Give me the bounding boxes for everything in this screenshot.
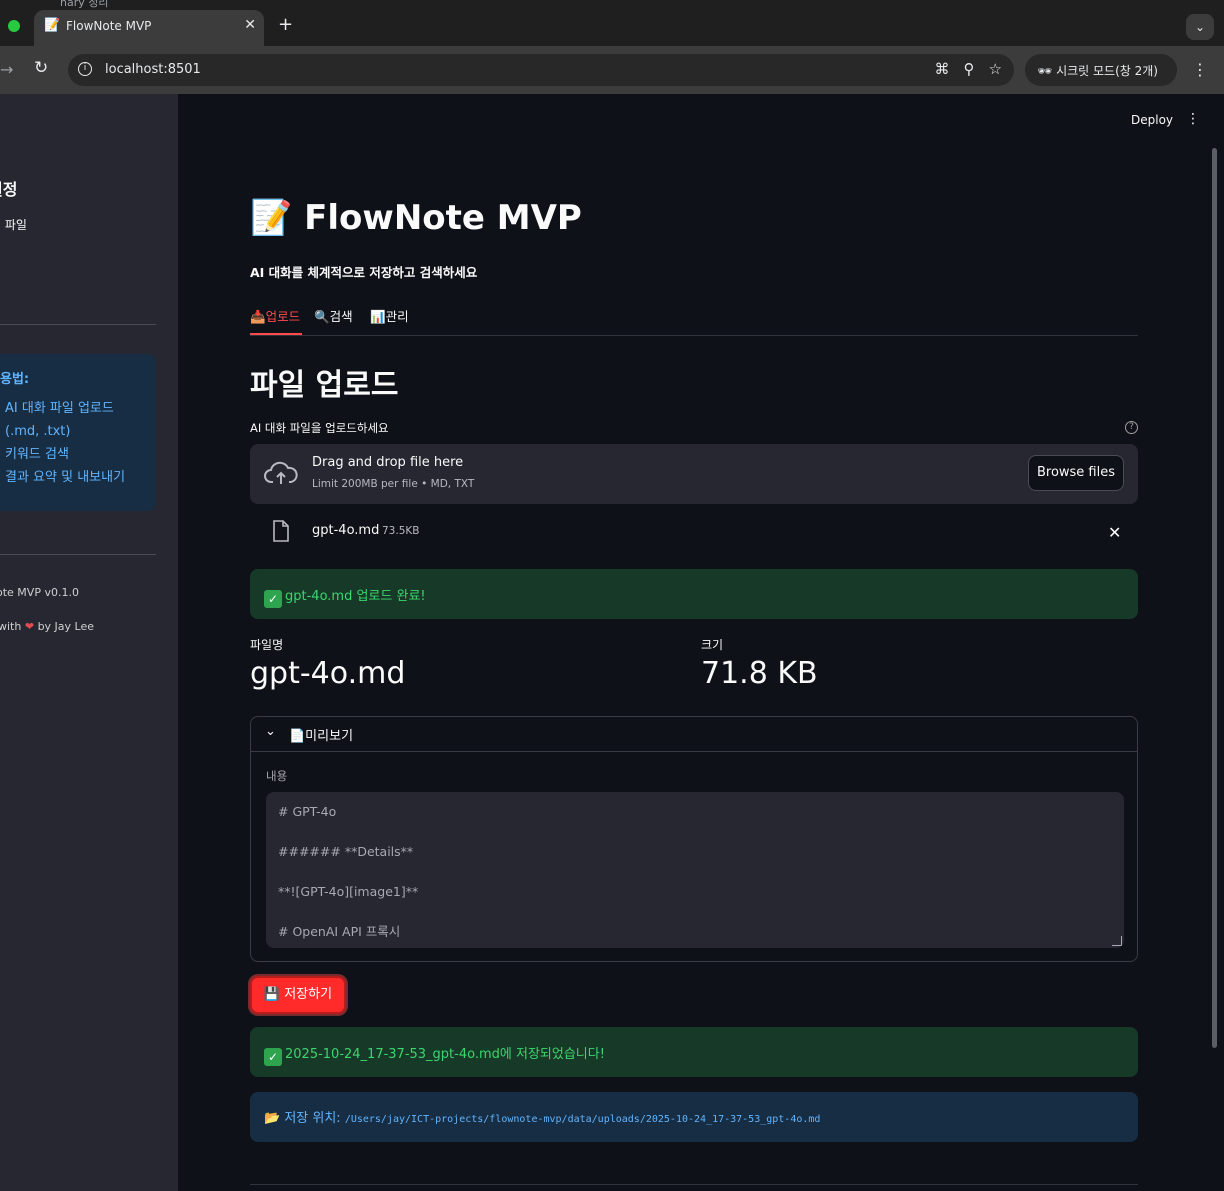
zoom-icon[interactable]: ⚲ [964,60,975,78]
uploaded-file-row: gpt-4o.md 73.5KB ✕ [250,514,1138,550]
uploaded-file-name: gpt-4o.md [312,523,380,538]
version-text: ote MVP v0.1.0 [0,586,79,599]
browser-tab-bar: nary 정리 📝 FlowNote MVP ✕ + ⌄ [0,0,1224,46]
page-subtitle: AI 대화를 체계적으로 저장하고 검색하세요 [250,265,478,280]
cloud-upload-icon [264,461,298,484]
site-info-icon[interactable]: i [78,62,92,76]
preview-title: 📄미리보기 [289,729,354,744]
tab-favicon-icon: 📝 [44,18,61,33]
remove-file-icon[interactable]: ✕ [1108,523,1121,542]
check-icon: ✓ [264,590,282,608]
browser-toolbar: → ↻ i localhost:8501 ⌘ ⚲ ☆ 🕶 시크릿 모드(창 2개… [0,46,1224,94]
divider [250,1184,1138,1185]
save-path: /Users/jay/ICT-projects/flownote-mvp/dat… [344,1114,821,1125]
usage-item: 키워드 검색 [5,447,69,462]
metric-size-label: 크기 [701,638,724,652]
bookmark-star-icon[interactable]: ☆ [989,60,1002,78]
upload-success-alert: ✓ gpt-4o.md 업로드 완료! [250,569,1138,619]
usage-heading: 용법: [0,372,30,387]
tab-list: 📥업로드 🔍검색 📊관리 [250,304,1138,336]
check-icon: ✓ [264,1048,282,1066]
upload-success-text: gpt-4o.md 업로드 완료! [285,589,426,604]
save-location-alert: 📂 저장 위치: /Users/jay/ICT-projects/flownot… [250,1092,1138,1142]
chevron-down-icon: ⌄ [265,724,276,739]
reload-icon[interactable]: ↻ [34,58,48,78]
new-tab-icon[interactable]: + [278,14,293,35]
incognito-label: 시크릿 모드(창 2개) [1056,64,1158,78]
window-zoom-button[interactable] [8,20,20,32]
metric-filename-value: gpt-4o.md [250,656,406,691]
incognito-indicator[interactable]: 🕶 시크릿 모드(창 2개) [1025,54,1177,86]
uploader-label: AI 대화 파일을 업로드하세요 [250,421,389,435]
scrollbar[interactable] [1212,148,1217,1048]
section-title: 파일 업로드 [250,368,399,403]
metric-filename-label: 파일명 [250,638,284,652]
content-textarea[interactable]: # GPT-4o ###### **Details** **![GPT-4o][… [266,792,1124,948]
browser-menu-icon[interactable]: ⋮ [1192,60,1208,79]
sidebar-divider [0,324,156,325]
file-icon [273,520,289,542]
content-line: ###### **Details** [278,844,414,859]
main-area: Deploy ⋮ 📝 FlowNote MVP AI 대화를 체계적으로 저장하… [178,94,1224,1191]
metric-size-value: 71.8 KB [701,656,818,691]
sidebar-divider [0,554,156,555]
translate-icon[interactable]: ⌘ [935,60,950,78]
browser-tab[interactable]: 📝 FlowNote MVP ✕ [34,10,264,46]
resize-handle-icon[interactable] [1112,936,1122,946]
address-bar[interactable]: i localhost:8501 ⌘ ⚲ ☆ [68,54,1014,86]
tab-close-icon[interactable]: ✕ [244,17,256,33]
file-dropzone[interactable]: Drag and drop file here Limit 200MB per … [250,444,1138,504]
tab-search-chevron-icon[interactable]: ⌄ [1186,14,1214,40]
save-button[interactable]: 💾 저장하기 [250,976,346,1014]
uploaded-file-size: 73.5KB [382,525,420,537]
app-menu-icon[interactable]: ⋮ [1186,111,1200,127]
tab-manage[interactable]: 📊관리 [370,306,409,325]
browse-files-button[interactable]: Browse files [1028,455,1124,491]
sidebar: 설정 된 파일 용법: AI 대화 파일 업로드 (.md, .txt) 키워드… [0,94,178,1191]
preview-expander-header[interactable]: ⌄ 📄미리보기 [251,717,1137,752]
tab-search[interactable]: 🔍검색 [314,306,353,325]
strip-text: nary 정리 [60,0,109,9]
content-line: # OpenAI API 프록시 [278,924,401,939]
save-location-label: 📂 저장 위치: [264,1111,341,1126]
forward-icon[interactable]: → [0,60,13,79]
sidebar-title: 설정 [0,180,18,199]
tab-title: FlowNote MVP [66,19,152,33]
usage-item: 결과 요약 및 내보내기 [5,470,126,485]
deploy-button[interactable]: Deploy [1131,113,1173,127]
tab-upload[interactable]: 📥업로드 [250,306,300,325]
content-label: 내용 [266,769,288,783]
save-success-text: 2025-10-24_17-37-53_gpt-4o.md에 저장되었습니다! [285,1047,605,1062]
preview-expander: ⌄ 📄미리보기 내용 # GPT-4o ###### **Details** *… [250,716,1138,962]
made-prefix: with [0,620,22,633]
made-with-text: with ❤ by Jay Lee [0,620,94,633]
active-tab-indicator [250,333,302,335]
incognito-icon: 🕶 [1037,64,1057,78]
made-suffix: by Jay Lee [37,620,95,633]
heart-icon: ❤ [24,620,35,633]
sidebar-subtitle: 된 파일 [0,218,27,232]
usage-item: (.md, .txt) [5,424,71,439]
content-line: # GPT-4o [278,804,337,819]
url-text: localhost:8501 [105,62,201,77]
dropzone-limit: Limit 200MB per file • MD, TXT [312,478,475,490]
sidebar-usage-info: 용법: AI 대화 파일 업로드 (.md, .txt) 키워드 검색 결과 요… [0,354,156,511]
save-success-alert: ✓ 2025-10-24_17-37-53_gpt-4o.md에 저장되었습니다! [250,1027,1138,1077]
usage-item: AI 대화 파일 업로드 [5,401,114,416]
dropzone-text: Drag and drop file here [312,455,464,470]
page-title: 📝 FlowNote MVP [250,198,582,238]
help-icon[interactable]: ? [1125,421,1138,434]
content-line: **![GPT-4o][image1]** [278,884,419,899]
